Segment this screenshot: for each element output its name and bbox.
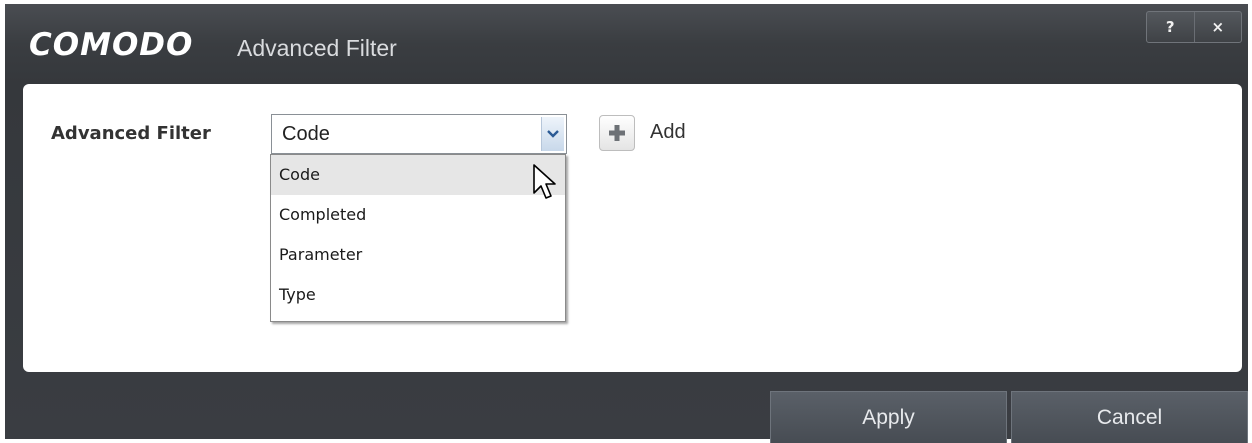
help-button[interactable]: ?: [1147, 12, 1194, 42]
apply-button[interactable]: Apply: [770, 391, 1007, 443]
add-label[interactable]: Add: [650, 121, 686, 144]
dropdown-arrow-button[interactable]: [541, 117, 564, 151]
select-value: Code: [282, 123, 330, 145]
dropdown-option-completed[interactable]: Completed: [271, 195, 565, 235]
dropdown-option-parameter[interactable]: Parameter: [271, 235, 565, 275]
advanced-filter-dialog: COMODO Advanced Filter ? × Advanced Filt…: [5, 4, 1248, 443]
title-bar: COMODO Advanced Filter ? ×: [5, 4, 1248, 82]
content-panel: Advanced Filter Code Add: [23, 84, 1242, 372]
dropdown-option-type[interactable]: Type: [271, 275, 565, 315]
filter-field-select[interactable]: Code: [271, 114, 567, 154]
close-button[interactable]: ×: [1193, 12, 1242, 42]
chevron-down-icon: [547, 130, 559, 138]
brand-logo: COMODO: [29, 27, 194, 63]
window-title: Advanced Filter: [237, 35, 397, 61]
add-filter-button[interactable]: [599, 115, 635, 151]
advanced-filter-label: Advanced Filter: [51, 123, 211, 144]
dropdown-option-code[interactable]: Code: [271, 155, 565, 195]
title-bar-buttons: ? ×: [1146, 11, 1242, 43]
mouse-pointer-icon: [533, 164, 556, 199]
filter-dropdown-list: Code Completed Parameter Type: [270, 154, 566, 322]
cancel-button[interactable]: Cancel: [1011, 391, 1248, 443]
plus-icon: [609, 125, 625, 141]
